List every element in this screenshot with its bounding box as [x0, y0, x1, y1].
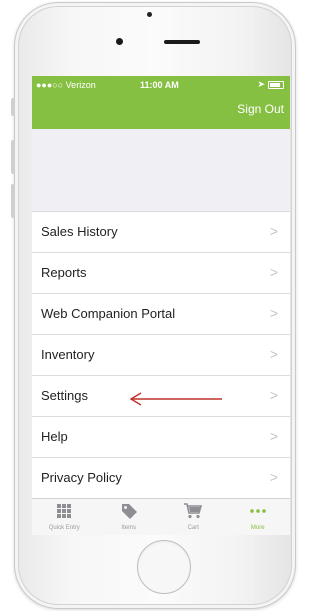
cart-icon: [184, 503, 203, 519]
menu-item-privacy-policy[interactable]: Privacy Policy >: [32, 458, 290, 499]
menu-item-reports[interactable]: Reports >: [32, 253, 290, 294]
battery-icon: [268, 80, 284, 89]
more-menu: Sales History > Reports > Web Companion …: [32, 211, 290, 499]
volume-down-button: [11, 184, 15, 218]
app-screen: ●●●○○ Verizon 11:00 AM ➤ Sign Out Sales …: [32, 76, 290, 535]
mute-switch: [11, 98, 15, 116]
tab-label: Items: [121, 525, 137, 531]
menu-item-label: Help: [41, 429, 68, 444]
menu-item-label: Inventory: [41, 347, 95, 362]
sign-out-button[interactable]: Sign Out: [237, 102, 284, 116]
menu-item-help[interactable]: Help >: [32, 417, 290, 458]
tag-icon: [121, 504, 137, 519]
carrier-signal: ●●●○○ Verizon: [36, 80, 96, 90]
tab-items[interactable]: Items: [97, 499, 162, 535]
chevron-right-icon: >: [269, 469, 278, 485]
tab-quick-entry[interactable]: Quick Entry: [32, 499, 97, 535]
menu-item-inventory[interactable]: Inventory >: [32, 335, 290, 376]
menu-item-label: Settings: [41, 388, 88, 403]
menu-item-label: Web Companion Portal: [41, 306, 176, 321]
chevron-right-icon: >: [269, 387, 278, 403]
earpiece-speaker: [164, 40, 200, 44]
header-spacer: [32, 129, 290, 211]
front-camera: [116, 38, 123, 45]
proximity-sensor: [147, 12, 152, 17]
more-icon: [249, 509, 266, 513]
menu-item-sales-history[interactable]: Sales History >: [32, 212, 290, 253]
annotation-arrow-icon: [129, 392, 222, 406]
chevron-right-icon: >: [269, 428, 278, 444]
menu-item-label: Sales History: [41, 224, 118, 239]
nav-bar: Sign Out: [32, 94, 290, 129]
tab-label: Quick Entry: [48, 525, 80, 531]
home-button[interactable]: [137, 540, 191, 594]
tab-label: More: [250, 525, 265, 531]
menu-item-web-companion-portal[interactable]: Web Companion Portal >: [32, 294, 290, 335]
chevron-right-icon: >: [269, 264, 278, 280]
grid-icon: [57, 504, 72, 518]
volume-up-button: [11, 140, 15, 174]
chevron-right-icon: >: [269, 305, 278, 321]
status-time: 11:00 AM: [140, 80, 179, 90]
chevron-right-icon: >: [269, 346, 278, 362]
status-right-icons: ➤: [257, 79, 284, 90]
tab-label: Cart: [187, 525, 199, 531]
menu-item-label: Privacy Policy: [41, 470, 122, 485]
chevron-right-icon: >: [269, 223, 278, 239]
location-icon: ➤: [257, 79, 265, 89]
tab-cart[interactable]: Cart: [161, 499, 226, 535]
tab-more[interactable]: More: [226, 499, 291, 535]
status-bar: ●●●○○ Verizon 11:00 AM ➤: [32, 76, 290, 94]
menu-item-label: Reports: [41, 265, 87, 280]
tab-bar: Quick Entry Items Cart More: [32, 498, 290, 535]
